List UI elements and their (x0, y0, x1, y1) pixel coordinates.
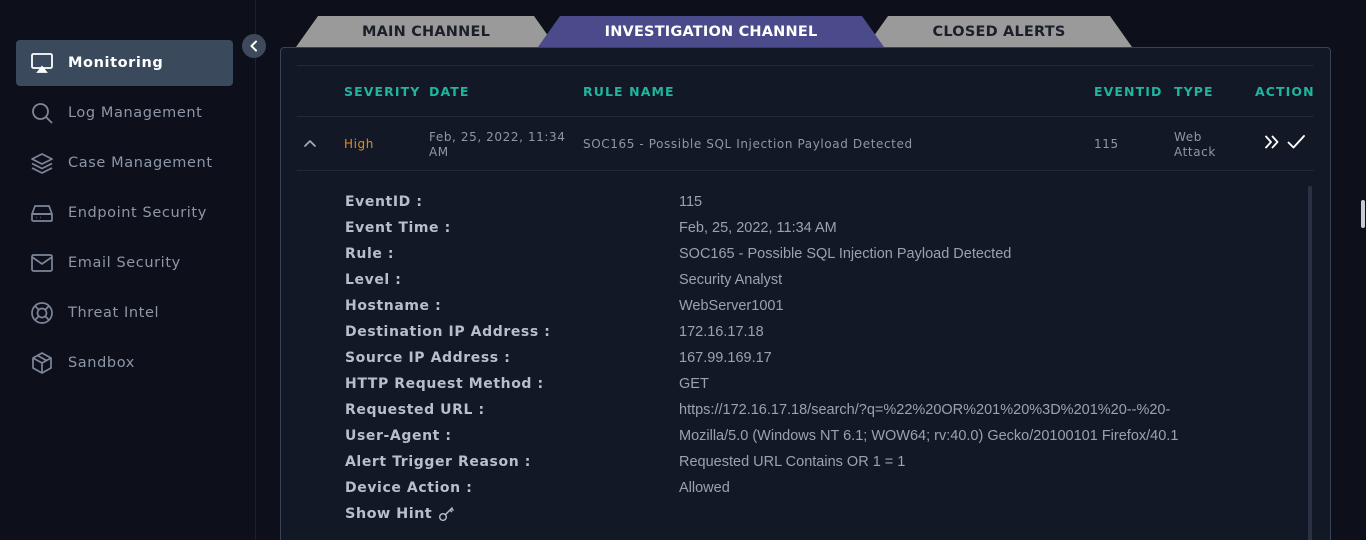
detail-label: User-Agent : (345, 428, 452, 444)
sidebar-item-label: Monitoring (68, 55, 164, 71)
column-header-eventid[interactable]: EVENTID (1094, 84, 1162, 99)
detail-value: https://172.16.17.18/search/?q=%22%20OR%… (679, 402, 1171, 418)
detail-row: Rule : SOC165 - Possible SQL Injection P… (345, 246, 1245, 266)
chevron-up-icon[interactable] (303, 136, 317, 150)
detail-label: Level : (345, 272, 402, 288)
column-header-type[interactable]: TYPE (1174, 84, 1214, 99)
column-header-date[interactable]: DATE (429, 84, 470, 99)
tab-investigation-channel[interactable]: INVESTIGATION CHANNEL (538, 16, 884, 47)
show-hint-label: Show Hint (345, 506, 433, 522)
key-icon (439, 507, 455, 521)
detail-value: WebServer1001 (679, 298, 784, 314)
detail-label: EventID : (345, 194, 423, 210)
sidebar-item-sandbox[interactable]: Sandbox (16, 340, 233, 386)
tab-closed-alerts[interactable]: CLOSED ALERTS (866, 16, 1132, 47)
detail-row: HTTP Request Method : GET (345, 376, 1245, 396)
detail-label: Device Action : (345, 480, 473, 496)
details-scrollbar[interactable] (1308, 186, 1312, 540)
sidebar-item-endpoint-security[interactable]: Endpoint Security (16, 190, 233, 236)
tab-label: INVESTIGATION CHANNEL (604, 23, 818, 40)
type-value-line1: Web (1174, 130, 1202, 144)
check-icon[interactable] (1286, 132, 1306, 152)
detail-row: Requested URL : https://172.16.17.18/sea… (345, 402, 1245, 422)
tab-main-channel[interactable]: MAIN CHANNEL (296, 16, 556, 47)
detail-value: Security Analyst (679, 272, 783, 288)
detail-row: Level : Security Analyst (345, 272, 1245, 292)
detail-value: Requested URL Contains OR 1 = 1 (679, 454, 906, 470)
rule-name-value: SOC165 - Possible SQL Injection Payload … (583, 137, 913, 151)
sidebar-item-monitoring[interactable]: Monitoring (16, 40, 233, 86)
detail-value: Allowed (679, 480, 730, 496)
detail-value: Feb, 25, 2022, 11:34 AM (679, 220, 837, 236)
escalate-icon[interactable] (1263, 133, 1281, 151)
sidebar-item-label: Case Management (68, 155, 213, 171)
column-header-severity[interactable]: SEVERITY (344, 84, 420, 99)
detail-row: Event Time : Feb, 25, 2022, 11:34 AM (345, 220, 1245, 240)
monitor-icon (28, 49, 56, 77)
sidebar-item-case-management[interactable]: Case Management (16, 140, 233, 186)
detail-value: 115 (679, 194, 703, 210)
detail-row: User-Agent : Mozilla/5.0 (Windows NT 6.1… (345, 428, 1245, 448)
chevron-left-icon (250, 40, 257, 52)
layers-icon (28, 149, 56, 177)
lifebuoy-icon (28, 299, 56, 327)
detail-value: GET (679, 376, 709, 392)
detail-value: Mozilla/5.0 (Windows NT 6.1; WOW64; rv:4… (679, 428, 1179, 444)
eventid-value: 115 (1094, 137, 1119, 151)
date-value-line2: AM (429, 145, 449, 159)
detail-value: SOC165 - Possible SQL Injection Payload … (679, 246, 1012, 262)
table-row[interactable]: High Feb, 25, 2022, 11:34 AM SOC165 - Po… (297, 118, 1314, 171)
channel-tabs: MAIN CHANNEL CLOSED ALERTS INVESTIGATION… (290, 16, 1150, 48)
sidebar-item-log-management[interactable]: Log Management (16, 90, 233, 136)
tab-label: MAIN CHANNEL (361, 23, 491, 40)
detail-row: Source IP Address : 167.99.169.17 (345, 350, 1245, 370)
table-header: SEVERITY DATE RULE NAME EVENTID TYPE ACT… (297, 66, 1314, 117)
sidebar-item-threat-intel[interactable]: Threat Intel (16, 290, 233, 336)
sidebar-item-label: Threat Intel (68, 305, 160, 321)
sidebar-item-label: Email Security (68, 255, 181, 271)
severity-value: High (344, 137, 374, 151)
detail-row: Alert Trigger Reason : Requested URL Con… (345, 454, 1245, 474)
detail-value: 167.99.169.17 (679, 350, 772, 366)
envelope-icon (28, 249, 56, 277)
alerts-panel: SEVERITY DATE RULE NAME EVENTID TYPE ACT… (280, 47, 1331, 540)
detail-label: Event Time : (345, 220, 451, 236)
search-icon (28, 99, 56, 127)
tab-label: CLOSED ALERTS (932, 23, 1066, 40)
detail-label: Requested URL : (345, 402, 485, 418)
type-value-line2: Attack (1174, 145, 1216, 159)
page-scrollbar[interactable] (1361, 200, 1365, 228)
sidebar-item-label: Endpoint Security (68, 205, 207, 221)
column-header-action: ACTION (1255, 84, 1315, 99)
detail-row: EventID : 115 (345, 194, 1245, 214)
detail-row: Destination IP Address : 172.16.17.18 (345, 324, 1245, 344)
hard-drive-icon (28, 199, 56, 227)
detail-label: HTTP Request Method : (345, 376, 544, 392)
column-header-rule-name[interactable]: RULE NAME (583, 84, 675, 99)
detail-label: Destination IP Address : (345, 324, 551, 340)
detail-row: Hostname : WebServer1001 (345, 298, 1245, 318)
date-value-line1: Feb, 25, 2022, 11:34 (429, 130, 566, 144)
detail-label: Source IP Address : (345, 350, 511, 366)
detail-value: 172.16.17.18 (679, 324, 764, 340)
cube-icon (28, 349, 56, 377)
show-hint-button[interactable]: Show Hint (345, 506, 456, 522)
detail-label: Hostname : (345, 298, 442, 314)
detail-label: Rule : (345, 246, 395, 262)
sidebar: Monitoring Log Management Case Managemen… (0, 0, 256, 540)
sidebar-item-label: Log Management (68, 105, 203, 121)
sidebar-item-label: Sandbox (68, 355, 135, 371)
sidebar-item-email-security[interactable]: Email Security (16, 240, 233, 286)
collapse-sidebar-button[interactable] (242, 34, 266, 58)
detail-label: Alert Trigger Reason : (345, 454, 531, 470)
detail-row: Device Action : Allowed (345, 480, 1245, 500)
